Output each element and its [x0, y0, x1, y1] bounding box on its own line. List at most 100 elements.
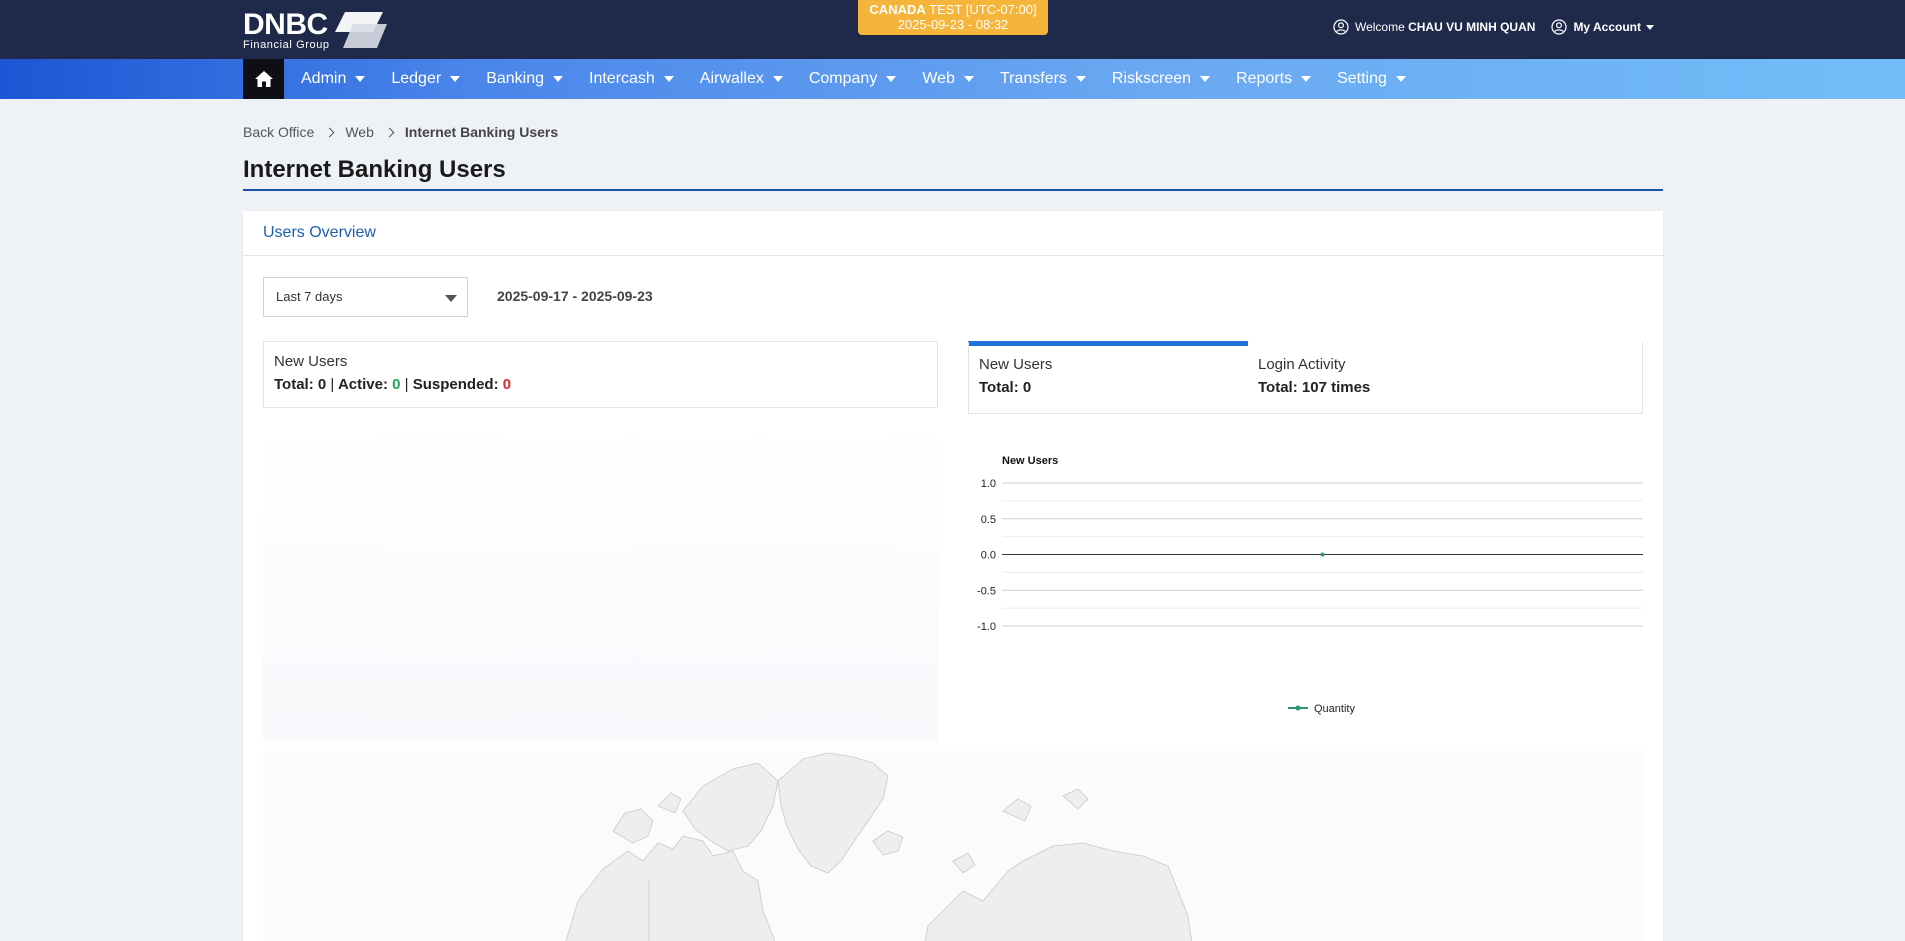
nav-item-label: Admin — [301, 70, 347, 87]
summary-label: New Users — [274, 353, 348, 370]
nav-item-label: Setting — [1337, 70, 1387, 87]
title-divider — [243, 189, 1663, 191]
main-nav: Admin Ledger Banking Intercash Airwallex… — [0, 59, 1905, 99]
breadcrumb-current: Internet Banking Users — [404, 124, 559, 140]
nav-item-reports[interactable]: Reports — [1223, 59, 1324, 99]
nav-item-airwallex[interactable]: Airwallex — [687, 59, 796, 99]
caret-down-icon — [1301, 76, 1312, 82]
tab-label: New Users — [979, 356, 1053, 373]
y-tick-label: -1.0 — [977, 621, 996, 633]
env-label: CANADA — [869, 2, 926, 17]
nav-items: Admin Ledger Banking Intercash Airwallex… — [288, 59, 1419, 99]
tab-login-activity[interactable]: Login Activity Total: 107 times — [1258, 356, 1370, 396]
active-value: 0 — [392, 376, 401, 393]
nav-item-label: Company — [808, 70, 878, 87]
tab-value: Total: 107 times — [1258, 379, 1371, 396]
chevron-down-icon — [1646, 25, 1654, 31]
y-tick-label: 1.0 — [981, 478, 996, 490]
total-label: Total: — [274, 376, 314, 393]
suspended-label: Suspended: — [412, 376, 499, 393]
nav-item-label: Web — [922, 70, 955, 87]
chevron-right-icon — [324, 127, 335, 137]
my-account-menu[interactable]: My Account — [1573, 20, 1654, 34]
nav-item-label: Transfers — [999, 70, 1067, 87]
caret-down-icon — [355, 76, 366, 82]
page-title: Internet Banking Users — [243, 156, 506, 183]
nav-home-button[interactable] — [243, 59, 284, 99]
home-icon — [254, 71, 273, 87]
top-header: DNBC Financial Group CANADA TEST [UTC-07… — [0, 0, 1905, 59]
user-circle-icon — [1333, 19, 1349, 35]
welcome-prefix: Welcome — [1354, 20, 1405, 34]
nav-item-riskscreen[interactable]: Riskscreen — [1099, 59, 1223, 99]
welcome-text: Welcome CHAU VU MINH QUAN — [1355, 20, 1535, 34]
tab-value: Total: 0 — [979, 379, 1032, 396]
environment-badge: CANADA TEST [UTC-07:00] 2025-09-23 - 08:… — [858, 0, 1048, 35]
user-area: Welcome CHAU VU MINH QUAN My Account — [1333, 19, 1654, 35]
total-value: 0 — [317, 376, 327, 393]
y-tick-label: -0.5 — [977, 585, 996, 597]
card-header: Users Overview — [243, 211, 1663, 256]
y-tick-label: 0.5 — [981, 514, 996, 526]
period-select-value: Last 7 days — [276, 289, 343, 304]
dnbc-logo[interactable]: DNBC Financial Group — [243, 10, 393, 52]
nav-item-ledger[interactable]: Ledger — [378, 59, 473, 99]
caret-down-icon — [553, 76, 564, 82]
nav-item-intercash[interactable]: Intercash — [576, 59, 687, 99]
chart-title: New Users — [1002, 455, 1058, 467]
logo-mark-icon — [335, 12, 387, 48]
separator: | — [404, 376, 409, 393]
new-users-chart: New Users 1.0 0.5 0.0 -0.5 -1.0 Quantity — [968, 431, 1643, 731]
world-map — [263, 751, 1643, 941]
caret-down-icon — [1075, 76, 1086, 82]
summary-values: Total: 0 | Active: 0 | Suspended: 0 — [274, 376, 927, 393]
card-title: Users Overview — [263, 224, 376, 241]
period-select[interactable]: Last 7 days — [263, 277, 468, 317]
legend-marker — [1295, 705, 1301, 711]
nav-item-label: Ledger — [391, 70, 442, 87]
nav-item-label: Riskscreen — [1111, 70, 1192, 87]
caret-down-icon — [963, 76, 974, 82]
new-users-summary: New Users Total: 0 | Active: 0 | Suspend… — [263, 341, 938, 408]
breadcrumb-web[interactable]: Web — [345, 124, 374, 140]
users-overview-card: Users Overview Last 7 days 2025-09-17 - … — [243, 211, 1663, 941]
world-map-graphic — [565, 752, 1192, 941]
caret-down-icon — [1395, 76, 1406, 82]
nav-item-admin[interactable]: Admin — [288, 59, 378, 99]
nav-item-label: Intercash — [589, 70, 655, 87]
caret-down-icon — [450, 76, 461, 82]
caret-down-icon — [886, 76, 897, 82]
breadcrumb: Back Office Web Internet Banking Users — [243, 124, 558, 140]
caret-down-icon — [1200, 76, 1211, 82]
tab-new-users[interactable]: New Users Total: 0 — [979, 356, 1052, 396]
logo-text: DNBC — [243, 8, 328, 41]
nav-item-setting[interactable]: Setting — [1324, 59, 1419, 99]
stats-tabs: New Users Total: 0 Login Activity Total:… — [968, 342, 1643, 414]
account-icon — [1551, 19, 1568, 35]
caret-down-icon — [663, 76, 674, 82]
nav-item-label: Reports — [1236, 70, 1293, 87]
tab-label: Login Activity — [1258, 356, 1346, 373]
nav-item-company[interactable]: Company — [796, 59, 909, 99]
nav-item-label: Banking — [486, 70, 545, 87]
my-account-label: My Account — [1573, 20, 1641, 34]
suspended-value: 0 — [502, 376, 512, 393]
caret-down-icon — [445, 295, 457, 302]
data-point — [1320, 552, 1325, 557]
breadcrumb-back-office[interactable]: Back Office — [243, 124, 314, 140]
date-range: 2025-09-17 - 2025-09-23 — [497, 288, 653, 304]
logo-subtext: Financial Group — [243, 39, 330, 51]
nav-item-label: Airwallex — [699, 70, 764, 87]
legend-label: Quantity — [1314, 703, 1355, 715]
nav-item-banking[interactable]: Banking — [473, 59, 576, 99]
env-datetime: 2025-09-23 - 08:32 — [897, 17, 1009, 32]
active-label: Active: — [337, 376, 388, 393]
chart-svg: New Users 1.0 0.5 0.0 -0.5 -1.0 Quantity — [977, 455, 1643, 715]
left-panel-area — [263, 421, 938, 741]
user-name: CHAU VU MINH QUAN — [1408, 20, 1536, 34]
nav-item-transfers[interactable]: Transfers — [987, 59, 1099, 99]
y-tick-label: 0.0 — [981, 550, 996, 562]
chevron-right-icon — [384, 127, 395, 137]
nav-item-web[interactable]: Web — [909, 59, 987, 99]
caret-down-icon — [772, 76, 783, 82]
